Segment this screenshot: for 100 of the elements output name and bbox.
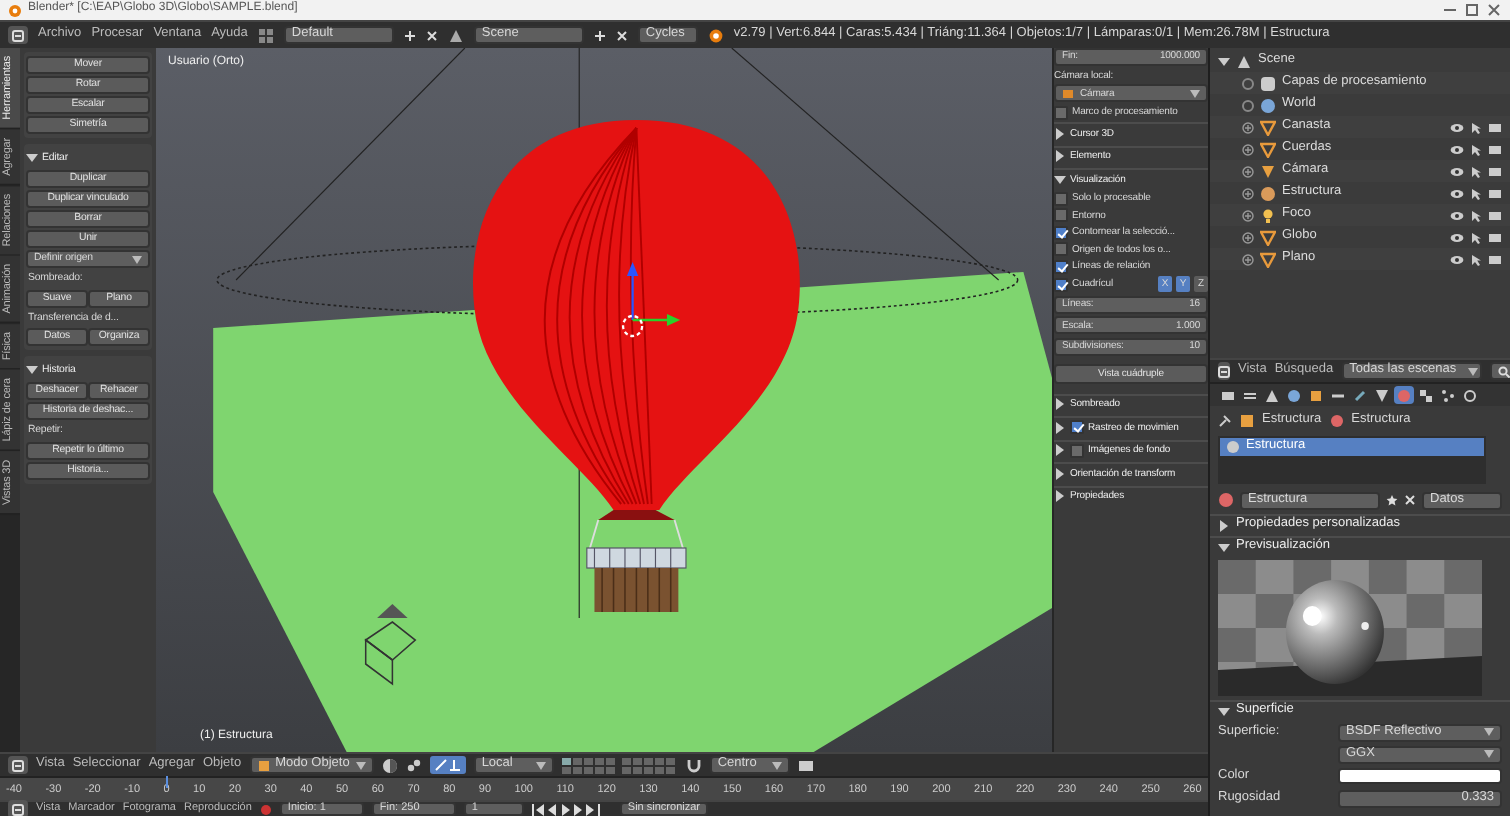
- visibility-icon[interactable]: [1450, 165, 1464, 177]
- lamp-icon: [1260, 207, 1276, 223]
- object-icon: [1240, 413, 1254, 427]
- object-tab-icon: [1308, 387, 1324, 403]
- material-icon: [1226, 440, 1240, 454]
- expand-arrow-icon[interactable]: [1054, 490, 1066, 503]
- checkbox[interactable]: [1054, 259, 1068, 274]
- particles-tab-icon: [1440, 387, 1456, 403]
- visibility-icon[interactable]: [1450, 143, 1464, 155]
- modifiers-tab-icon: [1352, 387, 1368, 403]
- expand-arrow-icon[interactable]: [1218, 55, 1230, 67]
- camera-drawing: [364, 604, 417, 686]
- camera-icon: [1062, 87, 1074, 100]
- checkbox[interactable]: [1054, 208, 1068, 223]
- caret-icon: [1190, 89, 1200, 98]
- visibility-icon[interactable]: [1450, 121, 1464, 133]
- expand-plus-icon[interactable]: [1242, 231, 1254, 243]
- camera-icon: [1260, 163, 1276, 179]
- shading-icon[interactable]: [381, 757, 398, 773]
- physics-tab-icon: [1462, 387, 1478, 403]
- expand-arrow-icon[interactable]: [1218, 519, 1230, 531]
- caret-icon: [1484, 750, 1494, 758]
- expand-arrow-icon[interactable]: [1054, 173, 1066, 186]
- render-icon[interactable]: [797, 757, 814, 773]
- expand-plus-icon[interactable]: [1242, 165, 1254, 177]
- properties-tab[interactable]: [1416, 386, 1436, 404]
- outliner-editor-icon[interactable]: [1218, 365, 1230, 377]
- timeline-editor-icon[interactable]: [12, 803, 24, 815]
- expand-arrow-icon[interactable]: [1054, 444, 1066, 457]
- info-editor-icon[interactable]: [12, 29, 24, 41]
- maximize-icon[interactable]: [1464, 2, 1480, 18]
- material-icon: [1329, 413, 1344, 427]
- checkbox[interactable]: [1054, 105, 1068, 120]
- caret-icon: [355, 761, 366, 769]
- fake-user-icon[interactable]: [1386, 494, 1398, 506]
- add-icon[interactable]: [593, 29, 606, 41]
- visibility-icon[interactable]: [1450, 209, 1464, 221]
- visibility-icon[interactable]: [1450, 231, 1464, 243]
- view3d-editor-icon[interactable]: [12, 759, 24, 771]
- expand-arrow-icon[interactable]: [1218, 705, 1230, 717]
- expand-plus-icon[interactable]: [1242, 209, 1254, 221]
- record-icon[interactable]: [259, 803, 272, 815]
- visibility-icon[interactable]: [1450, 253, 1464, 265]
- scene-tab-icon: [1264, 387, 1280, 403]
- expand-arrow-icon[interactable]: [1218, 541, 1230, 553]
- checkbox[interactable]: [1054, 242, 1068, 257]
- texture-tab-icon: [1418, 387, 1434, 403]
- caret-icon: [1484, 728, 1494, 736]
- render-tab-icon: [1220, 387, 1236, 403]
- color-swatch[interactable]: [1338, 768, 1502, 784]
- cube-icon: [257, 759, 270, 771]
- search-icon: [1497, 365, 1510, 377]
- cursor-3d-icon: [621, 314, 644, 338]
- checkbox[interactable]: [1070, 420, 1084, 435]
- checkbox[interactable]: [1054, 277, 1068, 292]
- expand-plus-icon[interactable]: [1242, 143, 1254, 155]
- transform-manipulator: [626, 262, 681, 326]
- blender-logo-icon: [8, 3, 22, 17]
- manipulator-icon[interactable]: [429, 756, 466, 774]
- caret-icon: [771, 761, 782, 769]
- data-tab-icon: [1374, 387, 1390, 403]
- properties-tab[interactable]: [1284, 386, 1304, 404]
- visibility-icon[interactable]: [1450, 187, 1464, 199]
- expand-arrow-icon[interactable]: [1054, 467, 1066, 480]
- expand-arrow-icon[interactable]: [1054, 150, 1066, 163]
- search-field[interactable]: [1489, 362, 1510, 380]
- material-tab-icon: [1396, 387, 1412, 403]
- expand-plus-icon[interactable]: [1242, 121, 1254, 133]
- layout-icon[interactable]: [257, 27, 274, 43]
- properties-tab[interactable]: [1218, 386, 1238, 404]
- expand-plus-icon[interactable]: [1242, 187, 1254, 199]
- properties-tab[interactable]: [1460, 386, 1480, 404]
- checkbox[interactable]: [1054, 225, 1068, 240]
- expand-arrow-icon[interactable]: [1054, 421, 1066, 434]
- pivot-icon[interactable]: [405, 757, 422, 773]
- layer-grid-icon[interactable]: [561, 757, 678, 773]
- expand-arrow-icon[interactable]: [26, 364, 38, 376]
- checkbox[interactable]: [1070, 443, 1084, 458]
- circle-icon: [1260, 185, 1276, 201]
- pin-icon[interactable]: [1218, 413, 1232, 427]
- properties-tab[interactable]: [1372, 386, 1392, 404]
- expand-arrow-icon[interactable]: [1054, 127, 1066, 140]
- properties-tab[interactable]: [1438, 386, 1458, 404]
- close-icon[interactable]: [1486, 2, 1502, 18]
- layers-icon: [1260, 75, 1276, 91]
- world-tab-icon: [1286, 387, 1302, 403]
- properties-tab[interactable]: [1350, 386, 1370, 404]
- properties-tab[interactable]: [1262, 386, 1282, 404]
- add-icon[interactable]: [403, 29, 416, 41]
- material-icon: [1218, 492, 1234, 508]
- caret-icon: [535, 761, 546, 769]
- scene-icon[interactable]: [447, 27, 464, 43]
- basket-drawing: [586, 519, 687, 613]
- expand-arrow-icon[interactable]: [26, 152, 38, 164]
- magnet-icon[interactable]: [685, 757, 702, 773]
- checkbox[interactable]: [1054, 191, 1068, 206]
- expand-arrow-icon[interactable]: [1054, 398, 1066, 411]
- caret-icon: [132, 255, 142, 263]
- properties-tab[interactable]: [1306, 386, 1326, 404]
- expand-plus-icon[interactable]: [1242, 253, 1254, 265]
